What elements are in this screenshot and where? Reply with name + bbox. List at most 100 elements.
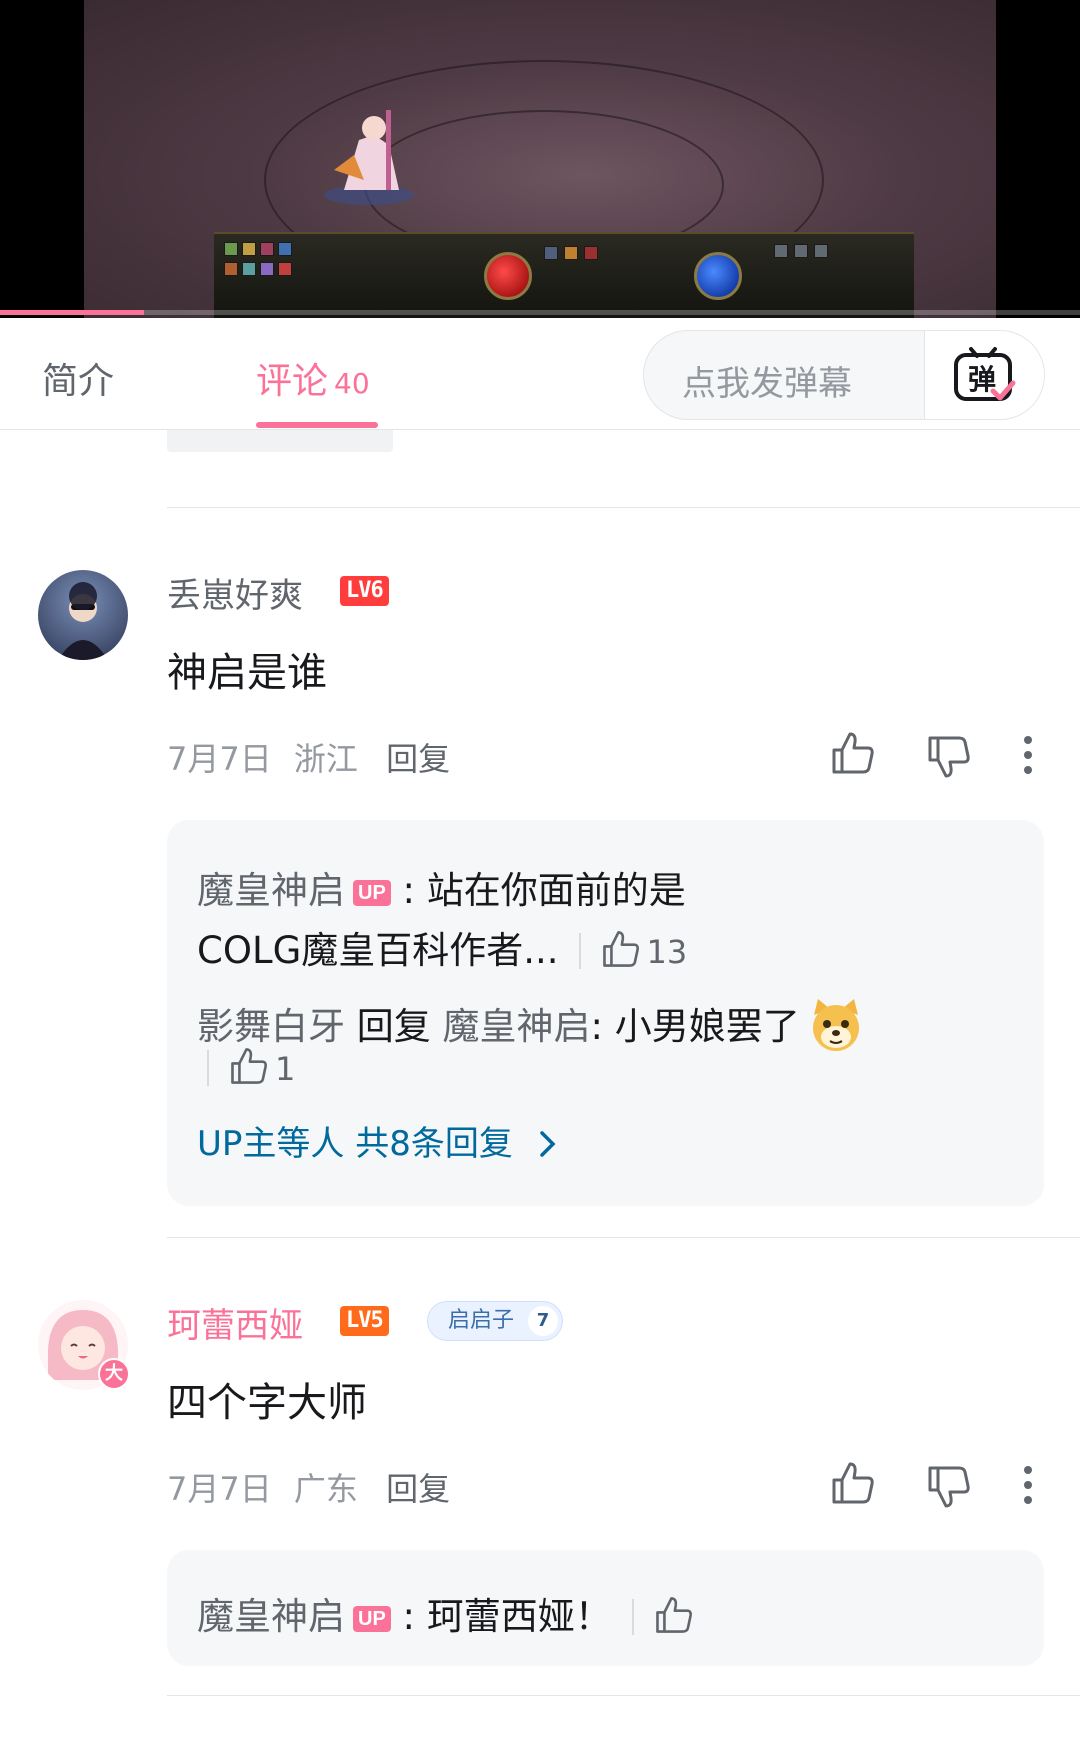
more-replies-label: UP主等人 共8条回复: [197, 1124, 513, 1164]
more-options-icon[interactable]: [1022, 735, 1034, 779]
tab-comments[interactable]: 评论 40: [256, 352, 370, 404]
thumbs-up-icon: [832, 1462, 874, 1504]
comment-username[interactable]: 珂蕾西娅: [167, 1298, 303, 1347]
view-more-replies-link[interactable]: UP主等人 共8条回复: [197, 1116, 558, 1165]
separator: [578, 933, 581, 969]
more-options-icon[interactable]: [1022, 1465, 1034, 1509]
thumbs-up-icon: [231, 1048, 267, 1084]
reply-like-button[interactable]: 1: [229, 1046, 295, 1089]
video-progress-bar[interactable]: [0, 310, 1080, 315]
skill-slot-icon: [794, 244, 808, 258]
tab-comments-label: 评论: [256, 361, 329, 402]
dislike-button[interactable]: [926, 1464, 972, 1514]
comment-divider: [167, 1237, 1080, 1238]
up-badge: UP: [353, 880, 391, 906]
previous-comment-stub: [167, 430, 393, 452]
like-button[interactable]: [830, 1460, 876, 1510]
comment-location: 广东: [293, 1470, 358, 1508]
video-frame: [84, 0, 996, 318]
skill-slot-icon: [224, 262, 238, 276]
avatar-image-icon: [58, 582, 108, 660]
game-character: [314, 100, 424, 210]
reply-like-button[interactable]: [654, 1595, 694, 1638]
mp-orb-icon: [694, 252, 742, 300]
skill-slot-icon: [242, 242, 256, 256]
video-progress-fill: [0, 310, 144, 315]
skill-slot-icon: [564, 246, 578, 260]
skill-slot-icon: [224, 242, 238, 256]
like-button[interactable]: [830, 730, 876, 780]
reply-line: 魔皇神启 UP : 珂蕾西娅！: [197, 1586, 694, 1640]
avatar[interactable]: [38, 570, 128, 660]
reply-author[interactable]: 影舞白牙: [197, 1005, 345, 1048]
comment-meta: 7月7日 广东 回复: [167, 1464, 450, 1510]
dislike-button[interactable]: [926, 734, 972, 784]
comment-username[interactable]: 丢崽好爽: [167, 568, 303, 617]
big-member-badge: 大: [98, 1358, 130, 1390]
comment-text: 神启是谁: [167, 650, 327, 696]
reply-text: 小男娘罢了: [614, 1005, 800, 1048]
reply-like-button[interactable]: 13: [601, 929, 688, 972]
danmaku-input[interactable]: 点我发弹幕: [682, 356, 852, 405]
danmaku-icon: 弹: [954, 347, 1016, 401]
reply-author[interactable]: 魔皇神启: [197, 869, 345, 912]
reply-button[interactable]: 回复: [386, 1470, 450, 1508]
fan-medal-badge[interactable]: 启启子 7: [427, 1301, 564, 1341]
comment-divider: [167, 1695, 1080, 1696]
skill-slot-icon: [278, 242, 292, 256]
skill-slot-icon: [278, 262, 292, 276]
reply-line: 影舞白牙 回复 魔皇神启: 小男娘罢了: [197, 996, 864, 1062]
tab-comments-count: 40: [334, 367, 370, 400]
reply-author[interactable]: 魔皇神启: [197, 1595, 345, 1638]
reply-word: 回复: [356, 1005, 431, 1048]
reply-text: 珂蕾西娅！: [426, 1595, 612, 1638]
thumbs-up-icon: [655, 1597, 692, 1633]
active-tab-indicator: [256, 422, 378, 428]
user-level-badge: LV6: [340, 576, 389, 606]
skill-slot-icon: [814, 244, 828, 258]
danmaku-toggle-button[interactable]: 弹: [924, 331, 1044, 419]
game-hud: [214, 232, 914, 318]
video-player[interactable]: [0, 0, 1080, 318]
comment-text: 四个字大师: [167, 1380, 367, 1426]
reply-text: 站在你面前的是: [426, 869, 686, 912]
reply-preview-box[interactable]: 魔皇神启 UP : 站在你面前的是 COLG魔皇百科作者... 13 影舞白牙 回复…: [167, 820, 1044, 1206]
reply-like-count: 13: [646, 933, 688, 971]
skill-slot-icon: [544, 246, 558, 260]
reply-button[interactable]: 回复: [386, 740, 450, 778]
reply-text: COLG魔皇百科作者...: [197, 929, 559, 972]
tab-intro[interactable]: 简介: [42, 352, 114, 404]
danmaku-bar[interactable]: 点我发弹幕 弹: [643, 330, 1045, 420]
reply-preview-box[interactable]: 魔皇神启 UP : 珂蕾西娅！: [167, 1550, 1044, 1666]
skill-slot-icon: [260, 262, 274, 276]
skill-slot-icon: [774, 244, 788, 258]
comment-date: 7月7日: [167, 740, 272, 778]
fan-medal-level: 7: [528, 1306, 559, 1336]
tab-intro-label: 简介: [42, 361, 115, 402]
reply-line-continued: COLG魔皇百科作者... 13: [197, 920, 687, 974]
comment-date: 7月7日: [167, 1470, 272, 1508]
reply-like-count: 1: [275, 1050, 296, 1088]
thumbs-down-icon: [928, 736, 970, 778]
separator: [631, 1599, 634, 1635]
reply-target[interactable]: 魔皇神启: [443, 1005, 591, 1048]
thumbs-down-icon: [928, 1466, 970, 1508]
thumbs-up-icon: [832, 732, 874, 774]
comment-location: 浙江: [293, 740, 358, 778]
thumbs-up-icon: [602, 931, 639, 967]
skill-slot-icon: [260, 242, 274, 256]
doge-emoji-icon: [808, 997, 864, 1062]
fan-medal-name: 启启子: [448, 1308, 515, 1333]
comment-meta: 7月7日 浙江 回复: [167, 734, 450, 780]
comment-divider: [167, 507, 1080, 508]
up-badge: UP: [353, 1606, 391, 1632]
hp-orb-icon: [484, 252, 532, 300]
separator: [207, 1050, 209, 1086]
reply-line-continued: 1: [197, 1046, 295, 1089]
skill-slot-icon: [584, 246, 598, 260]
user-level-badge: LV5: [340, 1306, 389, 1336]
reply-line: 魔皇神启 UP : 站在你面前的是: [197, 869, 686, 912]
tab-bar: 简介 评论 40 点我发弹幕 弹: [0, 318, 1080, 430]
chevron-right-icon: [539, 1131, 556, 1157]
skill-slot-icon: [242, 262, 256, 276]
